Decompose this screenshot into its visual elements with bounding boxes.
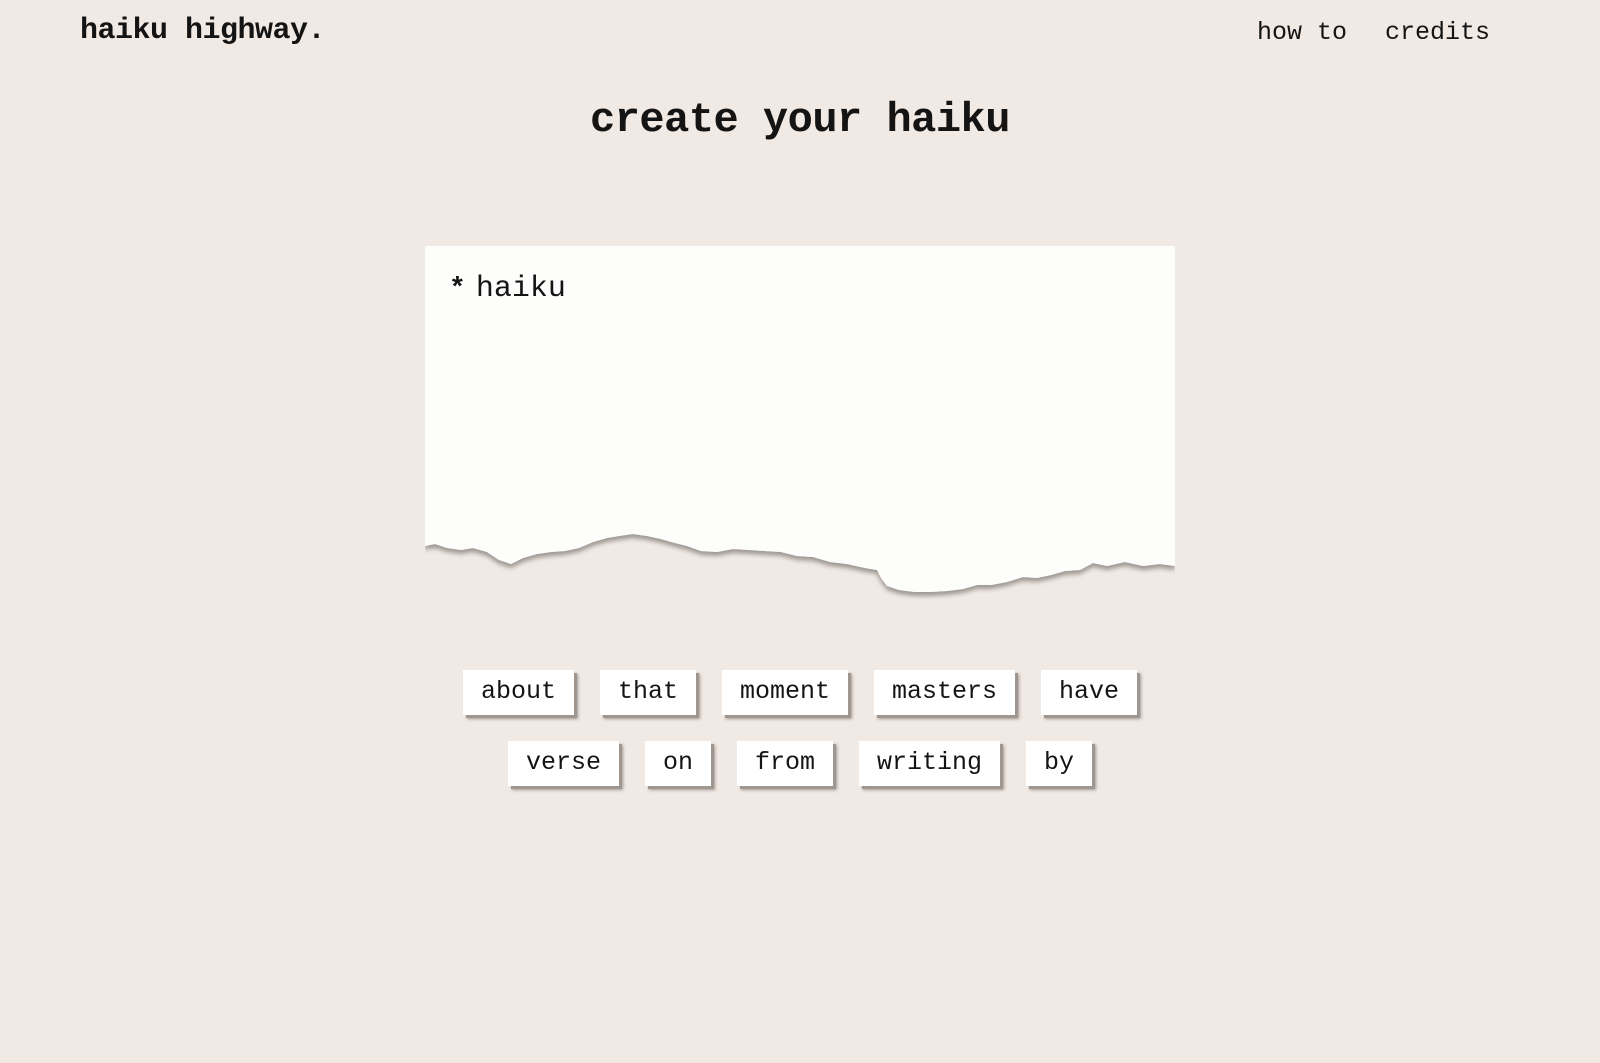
haiku-placeholder: haiku (475, 272, 566, 306)
word-tile[interactable]: on (644, 741, 711, 786)
haiku-paper[interactable]: * haiku (425, 246, 1175, 616)
word-tile[interactable]: about (462, 670, 574, 715)
word-tile[interactable]: have (1041, 670, 1138, 715)
page-title: create your haiku (590, 96, 1010, 144)
top-nav: how to credits (1257, 18, 1490, 47)
logo[interactable]: haiku highway. (80, 14, 326, 48)
word-tile[interactable]: verse (507, 741, 619, 786)
word-row-2: verse on from writing by (0, 741, 1600, 786)
word-tile[interactable]: from (736, 741, 833, 786)
nav-link-how-to[interactable]: how to (1257, 18, 1347, 47)
word-tile[interactable]: masters (874, 670, 1016, 715)
nav-link-credits[interactable]: credits (1385, 18, 1490, 47)
word-tile[interactable]: moment (721, 670, 848, 715)
word-tile[interactable]: writing (859, 741, 1001, 786)
asterisk-icon: * (449, 274, 466, 305)
word-row-1: about that moment masters have (0, 670, 1600, 715)
word-tile[interactable]: by (1026, 741, 1093, 786)
haiku-input[interactable]: * haiku (449, 272, 566, 306)
word-bank: about that moment masters have verse on … (0, 670, 1600, 812)
word-tile[interactable]: that (599, 670, 696, 715)
